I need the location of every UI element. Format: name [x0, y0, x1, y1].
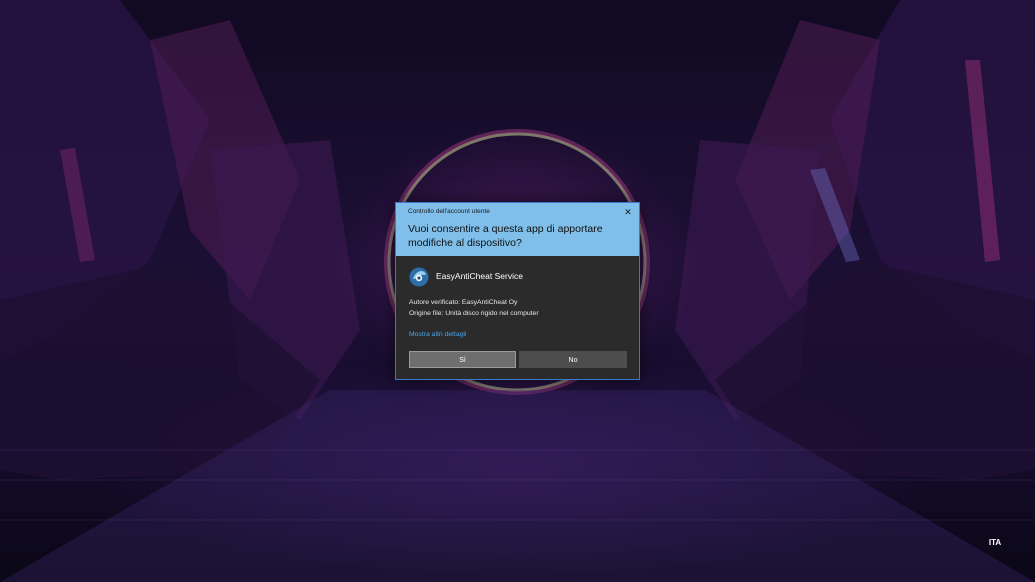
app-name: EasyAntiCheat Service: [436, 271, 523, 281]
close-icon[interactable]: ✕: [621, 205, 635, 219]
uac-question: Vuoi consentire a questa app di apportar…: [408, 223, 603, 249]
uac-dialog-header: Controllo dell'account utente ✕ Vuoi con…: [396, 203, 639, 256]
verified-publisher: Autore verificato: EasyAntiCheat Oy: [409, 299, 518, 306]
uac-dialog: Controllo dell'account utente ✕ Vuoi con…: [395, 202, 640, 380]
yes-button[interactable]: Sì: [409, 351, 516, 368]
dialog-caption: Controllo dell'account utente: [408, 208, 490, 215]
easyanticheat-icon: [409, 267, 429, 287]
file-origin: Origine file: Unità disco rigido nel com…: [409, 310, 539, 317]
show-more-details-link[interactable]: Mostra altri dettagli: [409, 331, 466, 338]
language-indicator[interactable]: ITA: [982, 538, 1008, 547]
no-button[interactable]: No: [519, 351, 627, 368]
